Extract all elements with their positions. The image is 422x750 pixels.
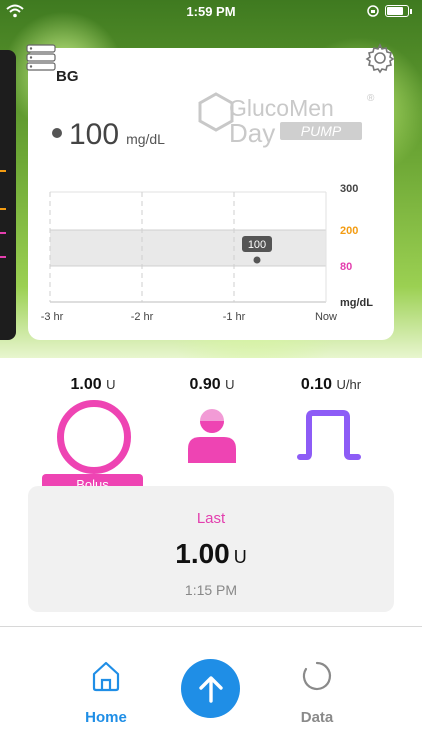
nav-divider [0,626,422,627]
y-tick-label: 80 [340,261,352,273]
arrow-up-icon [198,675,223,703]
temp-basal-value: 0.10 [300,376,333,393]
bg-data-point [253,256,261,264]
basal-value: 0.90 [189,376,221,393]
x-tick-label: -2 hr [131,311,154,323]
bolus-value: 1.00 [70,376,102,393]
nav-data[interactable]: Data [277,660,357,726]
temp-basal-icon[interactable] [297,409,361,461]
target-range-band [50,230,326,266]
basal-person-icon[interactable] [186,407,238,463]
last-bolus-panel: Last 1.00 U 1:15 PM [28,486,394,612]
x-tick-label: -1 hr [223,311,246,323]
bolus-dose: 1.00 U [58,376,128,394]
nav-home[interactable]: Home [66,660,146,726]
last-time: 1:15 PM [184,582,238,598]
home-icon [92,661,120,692]
bolus-ring-icon[interactable] [57,400,131,474]
nav-data-label: Data [300,709,334,726]
orientation-lock-icon [367,5,379,17]
side-drawer-handle[interactable] [0,50,16,340]
nav-home-label: Home [85,709,127,726]
temp-basal-unit: U/hr [336,377,362,392]
last-value-number: 1.00 [175,538,230,569]
y-axis-unit-label: mg/dL [340,297,373,309]
y-tick-label: 200 [340,225,358,237]
bolus-fab-button[interactable] [181,659,240,718]
status-time: 1:59 PM [186,4,236,19]
bg-point-label: 100 [248,239,266,251]
basal-dose: 0.90 U [175,376,249,394]
temp-basal-dose: 0.10 U/hr [289,376,373,394]
x-tick-label: -3 hr [41,311,64,323]
last-value-unit: U [233,547,247,567]
bg-chart: -3 hr -2 hr -1 hr Now 300 200 80 mg/dL 100 [41,183,374,323]
status-bar: 1:59 PM [0,0,422,24]
last-title: Last [196,510,226,527]
data-loading-icon [302,661,332,691]
y-tick-label: 300 [340,183,358,195]
x-tick-label: Now [315,311,337,323]
basal-unit: U [225,377,235,392]
battery-icon [385,5,409,17]
last-value: 1.00 U [28,538,394,570]
bg-card: BG GlucoMen ® Day PUMP 100 mg/dL -3 hr -2… [26,43,395,340]
bolus-unit: U [106,377,116,392]
